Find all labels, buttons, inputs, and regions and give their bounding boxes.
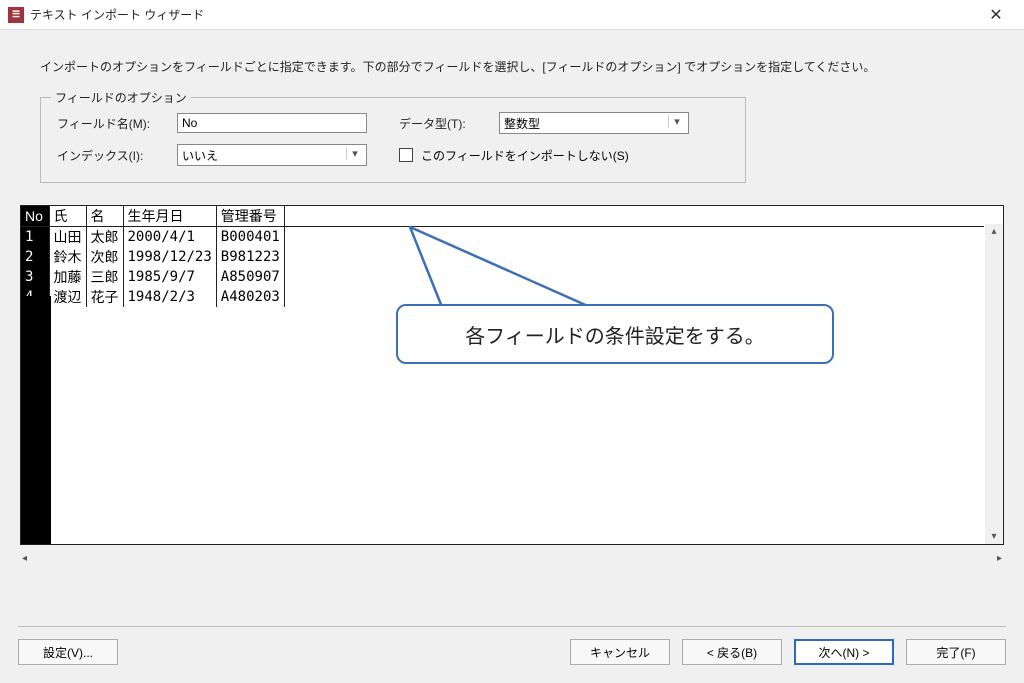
instruction-text: インポートのオプションをフィールドごとに指定できます。下の部分でフィールドを選択… xyxy=(40,58,1006,75)
column-header[interactable]: No xyxy=(21,206,49,227)
field-name-label: フィールド名(M): xyxy=(57,115,167,132)
horizontal-scrollbar[interactable]: ◂ ▸ xyxy=(20,549,1004,567)
column-header[interactable]: 名 xyxy=(86,206,123,227)
scroll-left-icon[interactable]: ◂ xyxy=(22,553,27,564)
settings-button[interactable]: 設定(V)... xyxy=(18,639,118,665)
index-select[interactable]: いいえ xyxy=(177,144,367,166)
column-header[interactable]: 氏 xyxy=(49,206,86,227)
data-type-label: データ型(T): xyxy=(399,115,489,132)
selected-column-fill xyxy=(21,296,51,544)
window-title: テキスト インポート ウィザード xyxy=(30,6,976,23)
finish-button[interactable]: 完了(F) xyxy=(906,639,1006,665)
fieldset-legend: フィールドのオプション xyxy=(51,89,191,106)
app-icon: ☰ xyxy=(8,7,24,23)
vertical-scrollbar[interactable]: ▴ ▾ xyxy=(985,224,1003,544)
skip-field-label: このフィールドをインポートしない(S) xyxy=(421,147,629,164)
scroll-up-icon[interactable]: ▴ xyxy=(991,226,996,237)
callout-pointer xyxy=(402,225,602,315)
skip-field-checkbox[interactable] xyxy=(399,148,413,162)
index-label: インデックス(I): xyxy=(57,147,167,164)
next-button[interactable]: 次へ(N) > xyxy=(794,639,894,665)
data-type-select[interactable]: 整数型 xyxy=(499,112,689,134)
dialog-content: インポートのオプションをフィールドごとに指定できます。下の部分でフィールドを選択… xyxy=(0,30,1024,683)
titlebar: ☰ テキスト インポート ウィザード ✕ xyxy=(0,0,1024,30)
cancel-button[interactable]: キャンセル xyxy=(570,639,670,665)
field-options-group: フィールドのオプション フィールド名(M): データ型(T): 整数型 インデッ… xyxy=(40,97,746,183)
field-name-input[interactable] xyxy=(177,113,367,133)
scroll-down-icon[interactable]: ▾ xyxy=(991,531,996,542)
back-button[interactable]: < 戻る(B) xyxy=(682,639,782,665)
column-header[interactable]: 管理番号 xyxy=(216,206,284,227)
button-bar: 設定(V)... キャンセル < 戻る(B) 次へ(N) > 完了(F) xyxy=(18,626,1006,665)
annotation-callout: 各フィールドの条件設定をする。 xyxy=(396,304,834,364)
close-button[interactable]: ✕ xyxy=(976,1,1016,29)
column-header[interactable]: 生年月日 xyxy=(123,206,216,227)
scroll-right-icon[interactable]: ▸ xyxy=(997,553,1002,564)
